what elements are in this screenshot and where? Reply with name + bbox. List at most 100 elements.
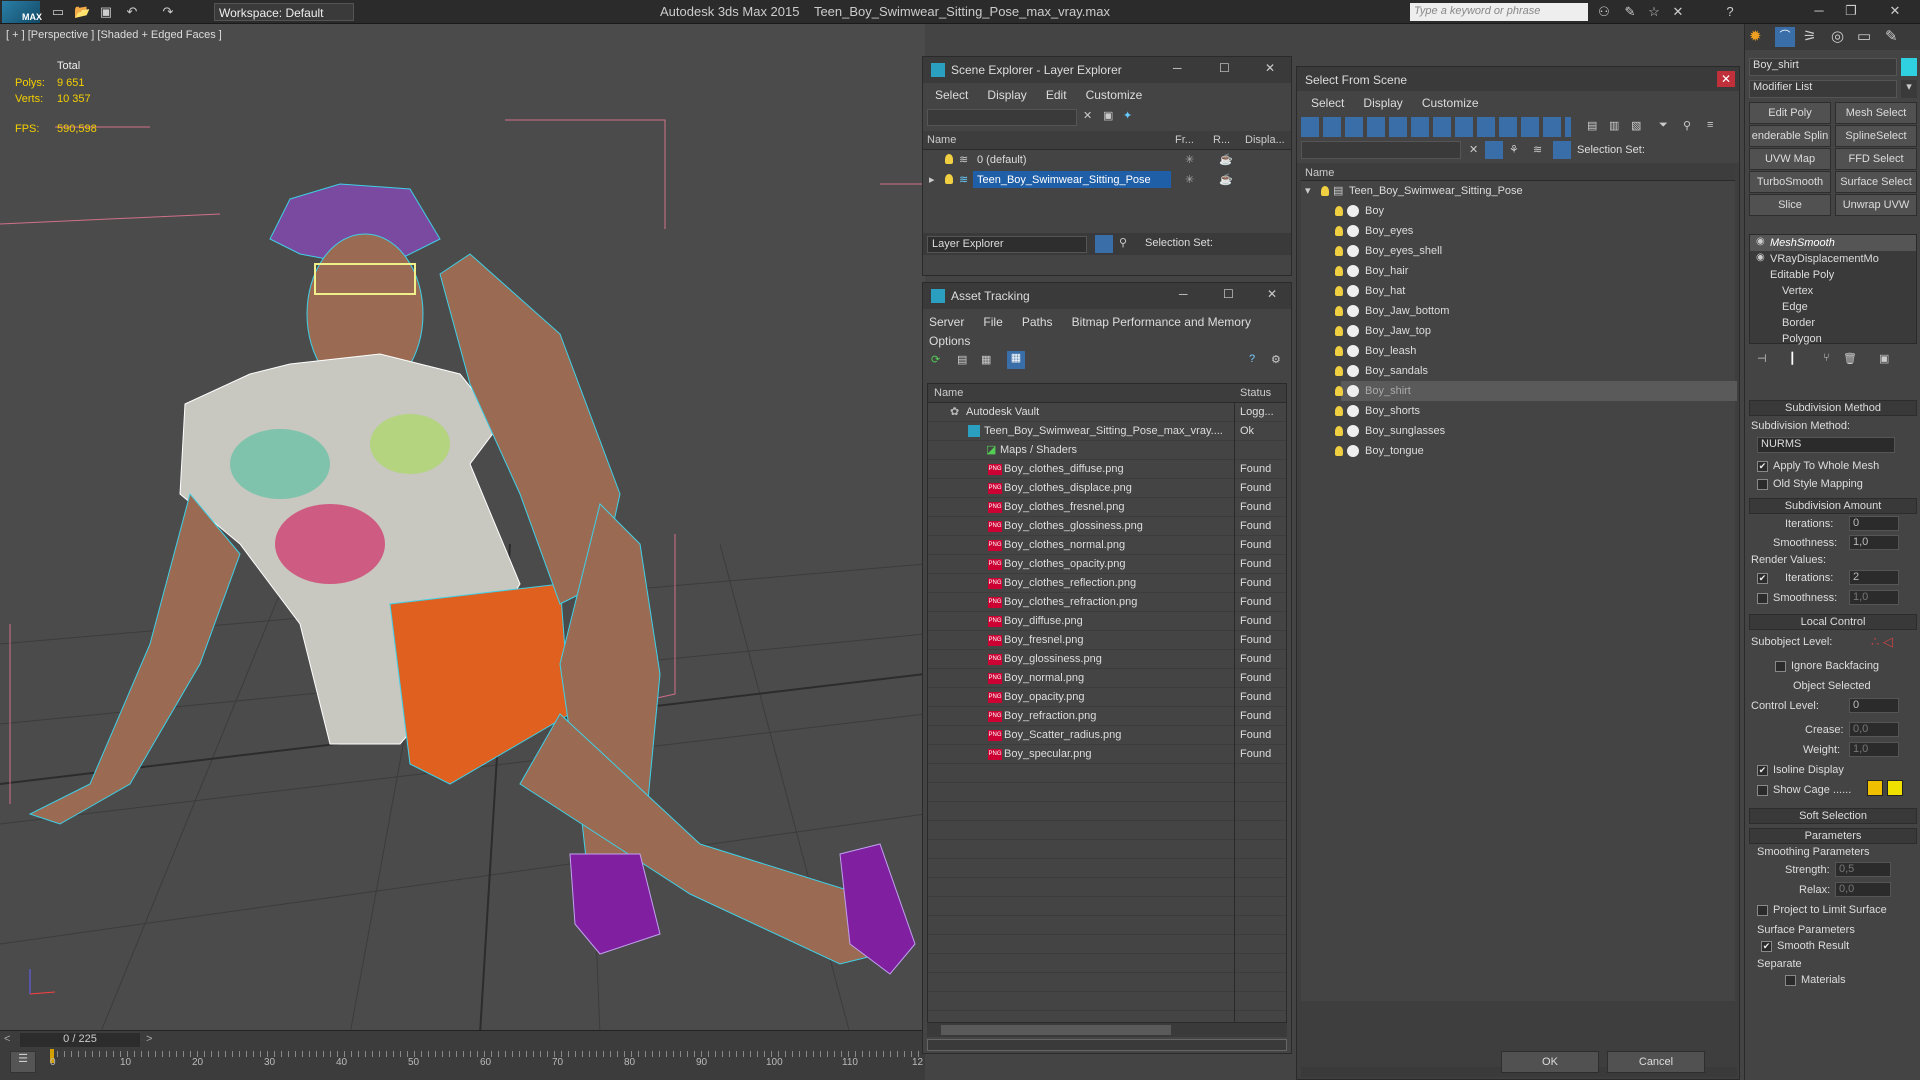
asset-row-map[interactable]: PNG Boy_diffuse.png Found bbox=[928, 612, 1286, 631]
help-icon[interactable]: ? bbox=[1722, 4, 1738, 20]
freeze-icon[interactable]: ✳ bbox=[1185, 153, 1194, 166]
timeline-next-icon[interactable]: > bbox=[146, 1033, 152, 1045]
filter-list-icon[interactable]: ▤ bbox=[1587, 119, 1597, 132]
modifier-button[interactable]: Mesh Select bbox=[1835, 102, 1917, 124]
settings-icon[interactable]: ⚙ bbox=[1271, 353, 1281, 366]
bulb-icon[interactable] bbox=[945, 174, 953, 184]
scene-explorer-window[interactable]: Scene Explorer - Layer Explorer ─ ☐ ✕ Se… bbox=[922, 56, 1292, 276]
thumbnail-view-icon[interactable]: ▦ bbox=[981, 353, 991, 366]
asset-row-map[interactable]: PNG Boy_clothes_glossiness.png Found bbox=[928, 517, 1286, 536]
add-to-layer-icon[interactable]: ✦ bbox=[1123, 109, 1132, 122]
minimize-icon[interactable]: ─ bbox=[1173, 61, 1182, 75]
remove-modifier-icon[interactable]: 🗑 bbox=[1843, 352, 1857, 365]
object-name-field[interactable]: Boy_shirt bbox=[1749, 58, 1897, 76]
save-icon[interactable]: ▣ bbox=[98, 4, 114, 20]
close-icon[interactable]: ✕ bbox=[1267, 287, 1277, 301]
menu-customize[interactable]: Customize bbox=[1422, 96, 1479, 110]
object-row[interactable]: Boy_shirt bbox=[1301, 381, 1737, 401]
stack-item[interactable]: Polygon bbox=[1750, 331, 1916, 347]
app-logo[interactable]: MAX bbox=[2, 1, 42, 23]
time-slider[interactable]: 0 / 225 bbox=[20, 1033, 140, 1047]
object-row[interactable]: Boy_leash bbox=[1301, 341, 1735, 361]
bulb-icon[interactable] bbox=[1335, 266, 1343, 276]
close-icon[interactable]: ✕ bbox=[1717, 71, 1735, 87]
object-row[interactable]: Boy bbox=[1301, 201, 1735, 221]
rollout-subdivision-method[interactable]: Subdivision Method bbox=[1749, 400, 1917, 416]
modifier-button[interactable]: Unwrap UVW bbox=[1835, 194, 1917, 216]
object-row[interactable]: Boy_tongue bbox=[1301, 441, 1735, 461]
motion-tab-icon[interactable]: ◎ bbox=[1831, 27, 1844, 45]
col-name[interactable]: Name bbox=[934, 387, 963, 399]
filter-icon[interactable]: ▥ bbox=[1609, 119, 1619, 132]
rollout-parameters[interactable]: Parameters bbox=[1749, 828, 1917, 844]
select-from-scene-titlebar[interactable]: Select From Scene ✕ bbox=[1297, 67, 1739, 91]
modifier-toggle-icon[interactable]: ◉ bbox=[1756, 252, 1765, 263]
asset-row-map[interactable]: PNG Boy_clothes_reflection.png Found bbox=[928, 574, 1286, 593]
bulb-icon[interactable] bbox=[1335, 206, 1343, 216]
menu-select[interactable]: Select bbox=[935, 88, 968, 102]
list-view-icon[interactable]: ▤ bbox=[957, 353, 967, 366]
ok-button[interactable]: OK bbox=[1501, 1051, 1599, 1073]
col-render[interactable]: R... bbox=[1213, 134, 1230, 146]
bulb-icon[interactable] bbox=[1335, 286, 1343, 296]
asset-row-folder[interactable]: ◪ Maps / Shaders bbox=[928, 441, 1286, 460]
undo-icon[interactable]: ↶ bbox=[124, 4, 140, 20]
smooth-result-checkbox[interactable]: ✔ bbox=[1761, 941, 1772, 952]
iterations-spinner[interactable]: 0 bbox=[1849, 516, 1899, 531]
layer-filter-input[interactable] bbox=[927, 109, 1077, 126]
menu-paths[interactable]: Paths bbox=[1022, 315, 1053, 329]
menu-server[interactable]: Server bbox=[929, 315, 964, 329]
object-color-swatch[interactable] bbox=[1901, 58, 1917, 76]
rollout-subdivision-amount[interactable]: Subdivision Amount bbox=[1749, 498, 1917, 514]
col-freeze[interactable]: Fr... bbox=[1175, 134, 1194, 146]
asset-row-file[interactable]: Teen_Boy_Swimwear_Sitting_Pose_max_vray.… bbox=[928, 422, 1286, 441]
refresh-icon[interactable]: ⟳ bbox=[931, 353, 940, 366]
bulb-icon[interactable] bbox=[1335, 246, 1343, 256]
show-end-result-icon[interactable]: ┃ bbox=[1789, 352, 1796, 365]
menu-display[interactable]: Display bbox=[1363, 96, 1402, 110]
display-tab-icon[interactable]: ▭ bbox=[1857, 27, 1871, 45]
hierarchy-mode-icon[interactable]: ⚲ bbox=[1119, 236, 1127, 249]
object-row[interactable]: Boy_sandals bbox=[1301, 361, 1735, 381]
stack-item[interactable]: Border bbox=[1750, 315, 1916, 331]
asset-row-map[interactable]: PNG Boy_specular.png Found bbox=[928, 745, 1286, 764]
relax-spinner[interactable]: 0,0 bbox=[1835, 882, 1891, 897]
col-name[interactable]: Name bbox=[927, 134, 956, 146]
asset-row-map[interactable]: PNG Boy_clothes_opacity.png Found bbox=[928, 555, 1286, 574]
asset-row-map[interactable]: PNG Boy_clothes_displace.png Found bbox=[928, 479, 1286, 498]
name-filter-input[interactable] bbox=[1301, 141, 1461, 159]
asset-path-field[interactable] bbox=[927, 1039, 1287, 1051]
menu-edit[interactable]: Edit bbox=[1046, 88, 1067, 102]
clear-filter-icon[interactable]: ✕ bbox=[1083, 109, 1092, 122]
old-style-mapping-checkbox[interactable] bbox=[1757, 479, 1768, 490]
redo-icon[interactable]: ↷ bbox=[160, 4, 176, 20]
control-level-spinner[interactable]: 0 bbox=[1849, 698, 1899, 713]
asset-tracking-titlebar[interactable]: Asset Tracking ─ ☐ ✕ bbox=[923, 283, 1291, 309]
stack-item[interactable]: ◉ MeshSmooth bbox=[1750, 235, 1916, 251]
modifier-button[interactable]: enderable Splin bbox=[1749, 125, 1831, 147]
bulb-icon[interactable] bbox=[1335, 346, 1343, 356]
x-close-icon[interactable]: ✕ bbox=[1670, 4, 1686, 20]
scene-explorer-titlebar[interactable]: Scene Explorer - Layer Explorer ─ ☐ ✕ bbox=[923, 57, 1291, 83]
filter-icon[interactable]: ▧ bbox=[1631, 119, 1641, 132]
render-icon[interactable]: ☕ bbox=[1219, 173, 1233, 186]
bulb-icon[interactable] bbox=[1335, 386, 1343, 396]
modifier-button[interactable]: SplineSelect bbox=[1835, 125, 1917, 147]
menu-customize[interactable]: Customize bbox=[1086, 88, 1143, 102]
materials-checkbox[interactable] bbox=[1785, 975, 1796, 986]
filter-toggle-icon[interactable] bbox=[1485, 141, 1503, 159]
smoothness-spinner[interactable]: 1,0 bbox=[1849, 535, 1899, 550]
apply-whole-mesh-checkbox[interactable]: ✔ bbox=[1757, 461, 1768, 472]
strength-spinner[interactable]: 0,5 bbox=[1835, 862, 1891, 877]
minimize-icon[interactable]: ─ bbox=[1804, 3, 1834, 21]
asset-row-map[interactable]: PNG Boy_clothes_diffuse.png Found bbox=[928, 460, 1286, 479]
asset-row-map[interactable]: PNG Boy_opacity.png Found bbox=[928, 688, 1286, 707]
layer-row[interactable]: ▸ ≋ Teen_Boy_Swimwear_Sitting_Pose ✳ ☕ bbox=[923, 170, 1291, 190]
minimize-icon[interactable]: ─ bbox=[1179, 287, 1188, 301]
render-iterations-checkbox[interactable]: ✔ bbox=[1757, 573, 1768, 584]
object-row[interactable]: Boy_hat bbox=[1301, 281, 1735, 301]
render-icon[interactable]: ☕ bbox=[1219, 153, 1233, 166]
help-icon[interactable]: ? bbox=[1249, 353, 1255, 365]
object-row[interactable]: Boy_Jaw_top bbox=[1301, 321, 1735, 341]
close-icon[interactable]: ✕ bbox=[1880, 3, 1910, 21]
